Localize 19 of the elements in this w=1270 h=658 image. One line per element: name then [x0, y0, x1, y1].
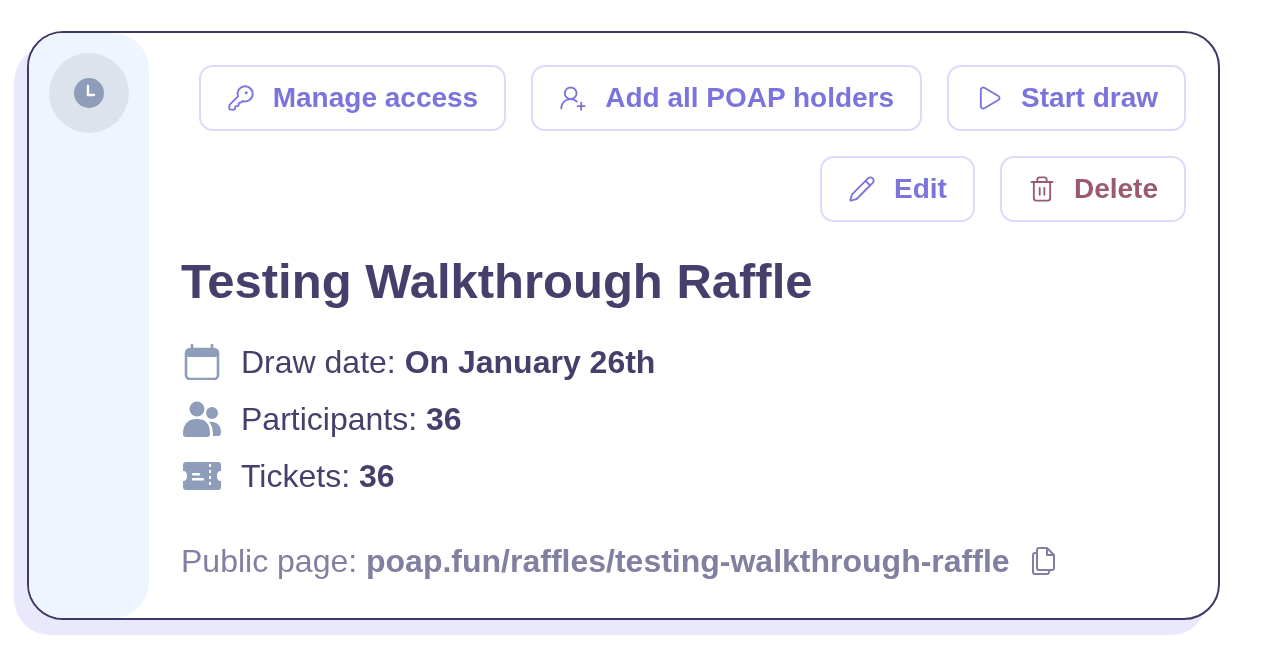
action-button[interactable]: Start draw: [947, 65, 1186, 131]
key-icon: [226, 84, 255, 112]
person-plus-icon: [559, 84, 588, 112]
public-page-link[interactable]: poap.fun/raffles/testing-walkthrough-raffle: [366, 543, 1010, 579]
ticket-icon: [183, 462, 221, 490]
detail-text: Participants: 36: [241, 400, 462, 438]
calendar-icon: [184, 344, 220, 380]
raffle-title: Testing Walkthrough Raffle: [181, 253, 813, 309]
detail-text: Draw date: On January 26th: [241, 343, 656, 381]
detail-text: Tickets: 36: [241, 457, 395, 495]
public-page-text: Public page: poap.fun/raffles/testing-walkthrough-raffle: [181, 542, 1010, 580]
pencil-icon: [848, 175, 877, 203]
people-icon: [183, 401, 221, 437]
clock-icon: [74, 78, 104, 108]
action-button[interactable]: Delete: [999, 156, 1186, 222]
copy-icon[interactable]: [1031, 547, 1056, 575]
action-button[interactable]: Manage access: [198, 65, 507, 131]
action-button[interactable]: Edit: [820, 156, 975, 222]
action-button[interactable]: Add all POAP holders: [531, 65, 923, 131]
